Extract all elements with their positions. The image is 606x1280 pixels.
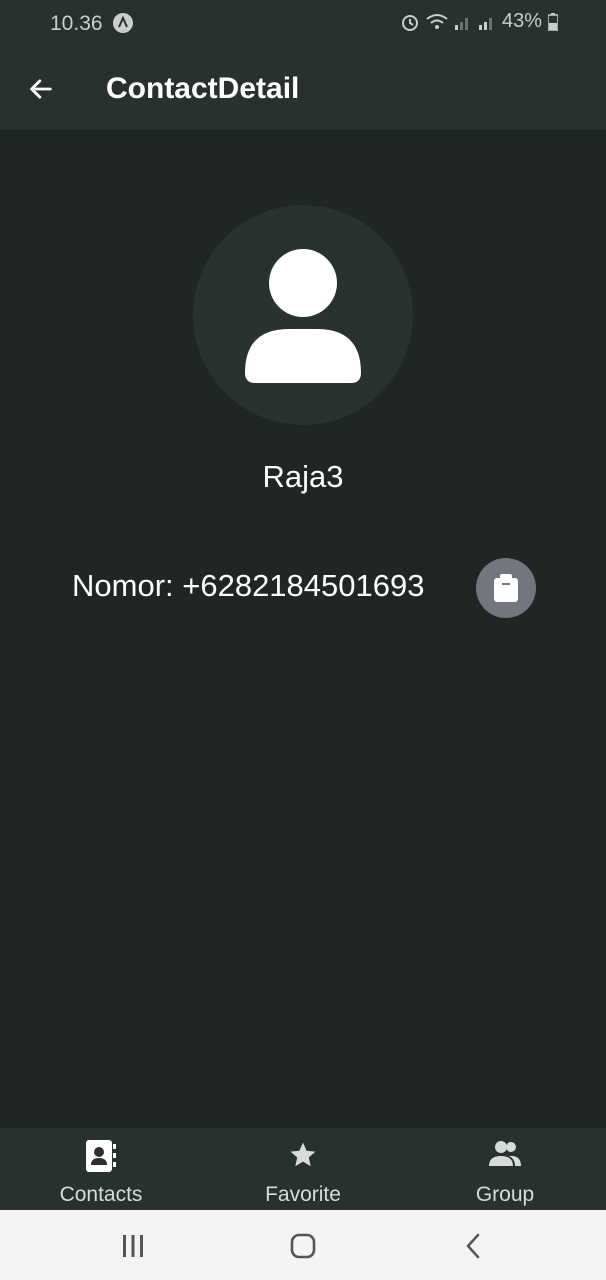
person-icon bbox=[245, 249, 361, 383]
home-button[interactable] bbox=[283, 1228, 323, 1264]
contact-name: Raja3 bbox=[262, 459, 344, 494]
wifi-icon bbox=[426, 13, 448, 29]
home-icon bbox=[290, 1233, 316, 1259]
back-button[interactable] bbox=[20, 68, 62, 110]
recent-apps-icon bbox=[123, 1235, 143, 1257]
page-title: ContactDetail bbox=[106, 72, 300, 105]
phone-row: Nomor: +6282184501693 bbox=[72, 568, 424, 608]
app-bar: ContactDetail bbox=[0, 48, 606, 130]
battery-percent: 43% bbox=[501, 10, 542, 32]
nav-group[interactable]: Group bbox=[404, 1128, 606, 1210]
battery-icon bbox=[548, 12, 558, 31]
nav-contacts[interactable]: Contacts bbox=[0, 1128, 202, 1210]
alarm-icon bbox=[401, 14, 418, 31]
system-back-button[interactable] bbox=[453, 1228, 493, 1264]
app-notification-icon bbox=[113, 13, 133, 33]
nav-favorite[interactable]: Favorite bbox=[202, 1128, 404, 1210]
system-navigation-bar bbox=[0, 1210, 606, 1280]
star-icon bbox=[290, 1142, 316, 1167]
nav-group-label: Group bbox=[475, 1183, 535, 1206]
arrow-left-icon bbox=[30, 79, 52, 99]
contact-detail: Raja3 Nomor: +6282184501693 bbox=[0, 130, 606, 1128]
clipboard-icon bbox=[494, 574, 518, 602]
status-time: 10.36 bbox=[50, 12, 103, 35]
copy-button[interactable] bbox=[476, 558, 536, 618]
status-bar: 10.36 43% bbox=[0, 0, 606, 48]
recent-apps-button[interactable] bbox=[113, 1228, 153, 1264]
phone-number: Nomor: +6282184501693 bbox=[72, 568, 425, 603]
signal-icon-2 bbox=[478, 17, 492, 30]
nav-contacts-label: Contacts bbox=[59, 1183, 143, 1206]
status-indicators: 43% bbox=[400, 10, 558, 33]
contact-book-icon bbox=[86, 1140, 116, 1172]
group-icon bbox=[489, 1141, 521, 1166]
bottom-navigation: Contacts Favorite Group bbox=[0, 1128, 606, 1210]
avatar bbox=[193, 205, 413, 425]
nav-favorite-label: Favorite bbox=[265, 1183, 341, 1206]
signal-icon bbox=[454, 17, 468, 30]
chevron-left-icon bbox=[466, 1233, 480, 1259]
